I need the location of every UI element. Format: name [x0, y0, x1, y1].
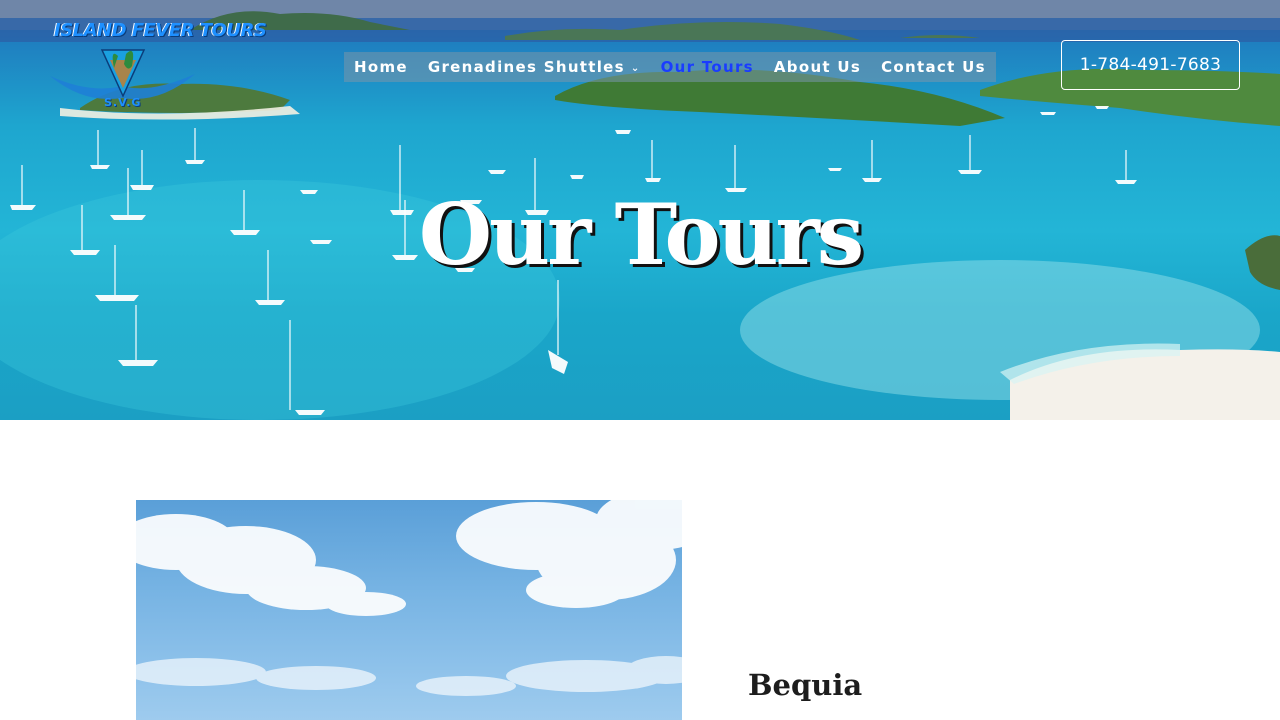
chevron-down-icon: ⌄	[630, 62, 641, 74]
phone-number-label: 1-784-491-7683	[1079, 55, 1222, 75]
nav-item-our-tours[interactable]: Our Tours	[661, 58, 754, 76]
nav-item-home[interactable]: Home	[354, 58, 408, 76]
site-logo[interactable]: ISLAND FEVER TOURS S.V.G	[40, 16, 267, 116]
hero-banner: ISLAND FEVER TOURS S.V.G Home Grenadines…	[0, 0, 1280, 420]
nav-item-grenadines-shuttles[interactable]: Grenadines Shuttles ⌄	[428, 58, 641, 76]
nav-item-about-us[interactable]: About Us	[774, 58, 861, 76]
logo-subtext: S.V.G	[104, 96, 142, 109]
nav-label-home: Home	[354, 58, 408, 76]
main-navigation: Home Grenadines Shuttles ⌄ Our Tours Abo…	[344, 52, 996, 82]
phone-call-button[interactable]: 1-784-491-7683	[1061, 40, 1240, 90]
nav-label-our-tours: Our Tours	[660, 58, 754, 76]
nav-label-grenadines-shuttles: Grenadines Shuttles	[427, 58, 625, 76]
page-title: Our Tours	[418, 185, 864, 284]
nav-label-about-us: About Us	[773, 58, 862, 76]
tour-photo-clouds	[136, 500, 682, 696]
tour-title-bequia[interactable]: Bequia	[748, 668, 862, 702]
nav-label-contact-us: Contact Us	[881, 58, 986, 76]
nav-item-contact-us[interactable]: Contact Us	[881, 58, 986, 76]
tour-image-bequia[interactable]	[136, 500, 682, 720]
